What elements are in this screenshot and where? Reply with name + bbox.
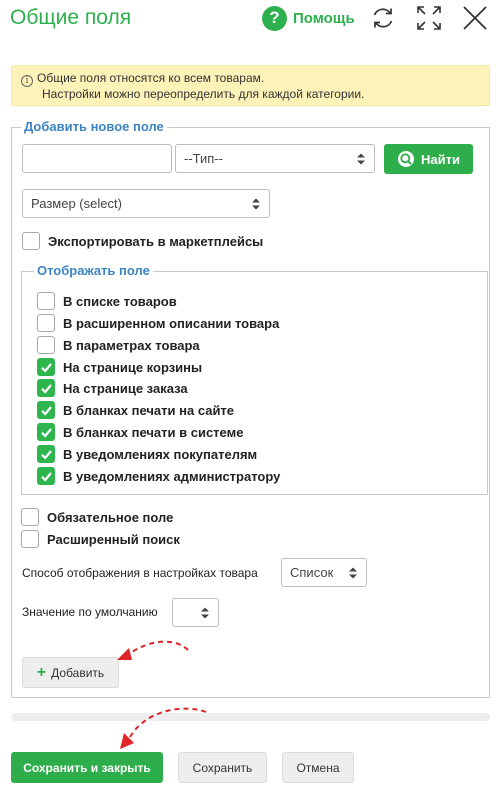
display-option[interactable]: На странице корзины [37,357,202,377]
display-option-label: В уведомлениях покупателям [63,446,258,462]
plus-icon: + [36,663,47,681]
advanced-search-checkbox[interactable]: Расширенный поиск [21,529,180,549]
display-mode-select[interactable]: Список [281,558,367,587]
check-icon [40,471,52,482]
help-label: Помощь [293,9,355,27]
display-option-label: В бланках печати на сайте [63,402,235,418]
add-button[interactable]: + Добавить [22,657,119,688]
display-option-label: В списке товаров [63,293,177,309]
advanced-search-label: Расширенный поиск [47,531,180,547]
type-select-value: --Тип-- [184,151,223,166]
help-button[interactable]: ? Помощь [262,4,355,32]
checkbox-box[interactable] [37,358,55,376]
info-notice: i Общие поля относятся ко всем товарам. Н… [11,65,490,106]
save-and-close-button[interactable]: Сохранить и закрыть [11,752,163,783]
save-button[interactable]: Сохранить [178,752,267,783]
find-button[interactable]: Найти [384,144,473,174]
checkbox-box[interactable] [37,467,55,485]
display-option-label: На странице заказа [63,380,188,396]
close-icon[interactable] [461,4,489,32]
fullscreen-icon[interactable] [415,4,443,32]
display-option-label: В параметрах товара [63,337,200,353]
add-button-label: Добавить [51,665,105,680]
display-legend: Отображать поле [34,263,153,278]
display-option-label: На странице корзины [63,359,203,375]
display-option[interactable]: В уведомлениях покупателям [37,444,257,464]
help-icon: ? [262,5,287,31]
display-mode-value: Список [290,565,334,580]
annotation-arrow [120,707,207,749]
display-option[interactable]: В бланках печати на сайте [37,400,234,420]
notice-line-1: Общие поля относятся ко всем товарам. [37,71,265,85]
check-icon [40,383,52,394]
find-button-label: Найти [421,151,460,167]
refresh-icon[interactable] [369,4,397,32]
checkbox-box[interactable] [22,232,40,250]
checkbox-box[interactable] [37,379,55,397]
export-marketplaces-label: Экспортировать в маркетплейсы [48,233,264,249]
check-icon [40,427,52,438]
required-field-checkbox[interactable]: Обязательное поле [21,507,173,527]
default-value-label: Значение по умолчанию [22,605,158,619]
size-select[interactable]: Размер (select) [22,189,270,218]
type-select[interactable]: --Тип-- [175,144,375,173]
annotation-arrow [117,640,189,660]
display-option[interactable]: В бланках печати в системе [37,422,243,442]
default-value-select[interactable] [172,598,219,627]
display-option-label: В бланках печати в системе [63,424,244,440]
checkbox-box[interactable] [37,314,55,332]
required-field-label: Обязательное поле [47,509,174,525]
display-mode-label: Способ отображения в настройках товара [22,566,258,580]
select-arrows-icon [349,567,357,579]
display-option[interactable]: В уведомлениях администратору [37,466,280,486]
horizontal-scrollbar[interactable] [11,713,490,721]
display-option-label: В уведомлениях администратору [63,468,281,484]
checkbox-box[interactable] [37,292,55,310]
size-select-value: Размер (select) [31,196,122,211]
select-arrows-icon [357,153,365,165]
info-icon: i [21,75,33,87]
check-icon [40,405,52,416]
display-option[interactable]: В расширенном описании товара [37,313,279,333]
field-name-input[interactable] [22,144,172,173]
display-option-label: В расширенном описании товара [63,315,280,331]
check-icon [40,449,52,460]
display-option[interactable]: На странице заказа [37,378,188,398]
search-icon [398,151,415,167]
check-icon [40,362,52,373]
checkbox-box[interactable] [37,445,55,463]
select-arrows-icon [201,607,209,619]
display-option[interactable]: В списке товаров [37,291,177,311]
checkbox-box[interactable] [37,423,55,441]
cancel-button[interactable]: Отмена [282,752,354,783]
select-arrows-icon [252,198,260,210]
checkbox-box[interactable] [21,530,39,548]
page-title: Общие поля [10,6,132,29]
display-option[interactable]: В параметрах товара [37,335,200,355]
checkbox-box[interactable] [21,508,39,526]
export-marketplaces-checkbox[interactable]: Экспортировать в маркетплейсы [22,231,263,251]
add-field-legend: Добавить новое поле [21,119,167,134]
checkbox-box[interactable] [37,401,55,419]
checkbox-box[interactable] [37,336,55,354]
notice-line-2: Настройки можно переопределить для каждо… [42,87,365,101]
